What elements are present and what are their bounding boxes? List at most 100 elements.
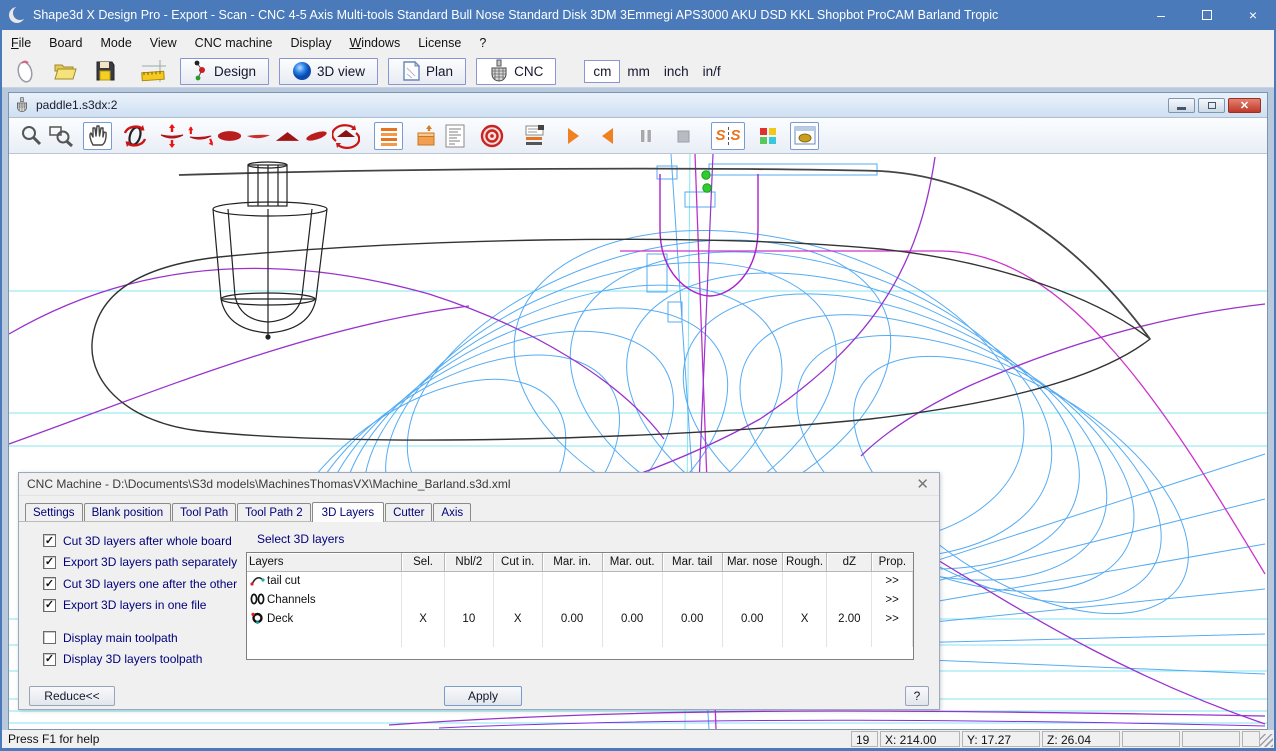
tab-tool-path-2[interactable]: Tool Path 2 bbox=[237, 503, 311, 521]
col-nbl2[interactable]: Nbl/2 bbox=[444, 553, 493, 571]
measure-button[interactable] bbox=[136, 57, 170, 85]
table-row-deck[interactable]: Deck X10 X0.00 0.000.00 0.00X 2.00 >> bbox=[247, 609, 913, 628]
arc-icon bbox=[250, 574, 265, 586]
apply-button[interactable]: Apply bbox=[444, 686, 522, 706]
tab-blank-position[interactable]: Blank position bbox=[84, 503, 172, 521]
flip-deck-button[interactable] bbox=[157, 122, 186, 150]
export-box-icon bbox=[414, 124, 438, 148]
design-view-button[interactable]: Design bbox=[180, 58, 269, 85]
tab-cutter[interactable]: Cutter bbox=[385, 503, 432, 521]
zoom-window-button[interactable] bbox=[46, 122, 75, 150]
rotate-icon bbox=[122, 123, 148, 149]
checkbox-display-main-toolpath[interactable]: ✓ Display main toolpath bbox=[43, 627, 237, 649]
minimize-button[interactable]: – bbox=[1138, 0, 1184, 30]
document-close-button[interactable]: ✕ bbox=[1228, 98, 1261, 113]
tab-tool-path[interactable]: Tool Path bbox=[172, 503, 236, 521]
checkbox-one-file[interactable]: ✓ Export 3D layers in one file bbox=[43, 595, 237, 617]
table-row-channels[interactable]: Channels >> bbox=[247, 590, 913, 609]
flip-vertical-icon bbox=[158, 123, 186, 149]
rotate-board-button[interactable] bbox=[331, 122, 360, 150]
stop-button[interactable] bbox=[668, 122, 697, 150]
menu-license[interactable]: License bbox=[409, 32, 470, 54]
checkbox-box[interactable]: ✓ bbox=[43, 631, 56, 644]
dialog-titlebar[interactable]: CNC Machine - D:\Documents\S3d models\Ma… bbox=[19, 473, 939, 496]
col-dz[interactable]: dZ bbox=[827, 553, 872, 571]
col-mar-tail[interactable]: Mar. tail bbox=[662, 553, 722, 571]
save-button[interactable] bbox=[88, 57, 122, 85]
tab-3d-layers[interactable]: 3D Layers bbox=[312, 502, 384, 522]
unit-cm[interactable]: cm bbox=[584, 60, 620, 83]
prop-button[interactable]: >> bbox=[872, 571, 913, 590]
checkbox-export-separately[interactable]: ✓ Export 3D layers path separately bbox=[43, 552, 237, 574]
open-file-button[interactable] bbox=[48, 57, 82, 85]
outline-view-button[interactable] bbox=[215, 122, 244, 150]
checkbox-one-after-other[interactable]: ✓ Cut 3D layers one after the other bbox=[43, 573, 237, 595]
document-restore-button[interactable] bbox=[1198, 98, 1225, 113]
dialog-close-icon[interactable]: ✕ bbox=[916, 477, 929, 492]
tab-axis[interactable]: Axis bbox=[433, 503, 471, 521]
menu-help[interactable]: ? bbox=[470, 32, 495, 54]
menu-cnc-machine[interactable]: CNC machine bbox=[186, 32, 282, 54]
document-minimize-button[interactable] bbox=[1168, 98, 1195, 113]
status-empty-cell bbox=[1182, 731, 1240, 747]
checkbox-box[interactable]: ✓ bbox=[43, 653, 56, 666]
toolpath-list-button[interactable] bbox=[520, 122, 549, 150]
rotate-view-button[interactable] bbox=[120, 122, 149, 150]
close-button[interactable]: × bbox=[1230, 0, 1276, 30]
checkbox-cut-after-whole-board[interactable]: ✓ Cut 3D layers after whole board bbox=[43, 530, 237, 552]
pause-button[interactable] bbox=[631, 122, 660, 150]
menu-board[interactable]: Board bbox=[40, 32, 91, 54]
pan-button[interactable] bbox=[83, 122, 112, 150]
col-cut-in[interactable]: Cut in. bbox=[493, 553, 542, 571]
checkbox-box[interactable]: ✓ bbox=[43, 577, 56, 590]
unit-mm[interactable]: mm bbox=[620, 61, 657, 82]
zoom-button[interactable] bbox=[17, 122, 46, 150]
menu-file[interactable]: File bbox=[2, 32, 40, 54]
minimize-icon bbox=[1177, 107, 1186, 110]
menu-mode[interactable]: Mode bbox=[92, 32, 141, 54]
menu-display[interactable]: Display bbox=[281, 32, 340, 54]
col-prop[interactable]: Prop. bbox=[872, 553, 913, 571]
menu-view[interactable]: View bbox=[141, 32, 186, 54]
thickness-view-button[interactable] bbox=[244, 122, 273, 150]
previous-button[interactable] bbox=[594, 122, 623, 150]
unit-inf[interactable]: in/f bbox=[696, 61, 728, 82]
export-button[interactable] bbox=[411, 122, 440, 150]
section-view-button[interactable] bbox=[273, 122, 302, 150]
cnc-view-button[interactable]: CNC bbox=[476, 58, 556, 85]
col-sel[interactable]: Sel. bbox=[402, 553, 445, 571]
status-help-text: Press F1 for help bbox=[8, 732, 99, 746]
checkbox-box[interactable]: ✓ bbox=[43, 556, 56, 569]
tool-disc-button[interactable] bbox=[477, 122, 506, 150]
3d-view-button[interactable]: 3D view bbox=[279, 58, 378, 85]
plan-view-button[interactable]: Plan bbox=[388, 58, 466, 85]
new-board-button[interactable] bbox=[8, 57, 42, 85]
checkbox-box[interactable]: ✓ bbox=[43, 534, 56, 547]
menu-windows[interactable]: Windows bbox=[340, 32, 409, 54]
checkbox-display-3d-toolpath[interactable]: ✓ Display 3D layers toolpath bbox=[43, 649, 237, 671]
prop-button[interactable]: >> bbox=[872, 609, 913, 628]
measure-icon bbox=[139, 58, 167, 84]
tab-settings[interactable]: Settings bbox=[25, 503, 83, 521]
col-layers[interactable]: Layers bbox=[247, 553, 402, 571]
col-mar-out[interactable]: Mar. out. bbox=[602, 553, 662, 571]
perspective-view-button[interactable] bbox=[302, 122, 331, 150]
prop-button[interactable]: >> bbox=[872, 590, 913, 609]
palette-button[interactable] bbox=[753, 122, 782, 150]
rocker-button[interactable] bbox=[186, 122, 215, 150]
gcode-listing-button[interactable] bbox=[440, 122, 469, 150]
layers-button[interactable] bbox=[374, 122, 403, 150]
checkbox-box[interactable]: ✓ bbox=[43, 599, 56, 612]
col-rough[interactable]: Rough. bbox=[782, 553, 827, 571]
col-mar-in[interactable]: Mar. in. bbox=[542, 553, 602, 571]
reduce-button[interactable]: Reduce<< bbox=[29, 686, 115, 706]
dialog-help-button[interactable]: ? bbox=[905, 686, 929, 706]
symmetry-button[interactable]: SS bbox=[711, 122, 745, 150]
table-row-tail-cut[interactable]: tail cut >> bbox=[247, 571, 913, 590]
preview-window-button[interactable] bbox=[790, 122, 819, 150]
play-button[interactable] bbox=[557, 122, 586, 150]
col-mar-nose[interactable]: Mar. nose bbox=[722, 553, 782, 571]
maximize-button[interactable] bbox=[1184, 0, 1230, 30]
resize-grip[interactable] bbox=[1260, 734, 1273, 747]
unit-inch[interactable]: inch bbox=[657, 61, 696, 82]
